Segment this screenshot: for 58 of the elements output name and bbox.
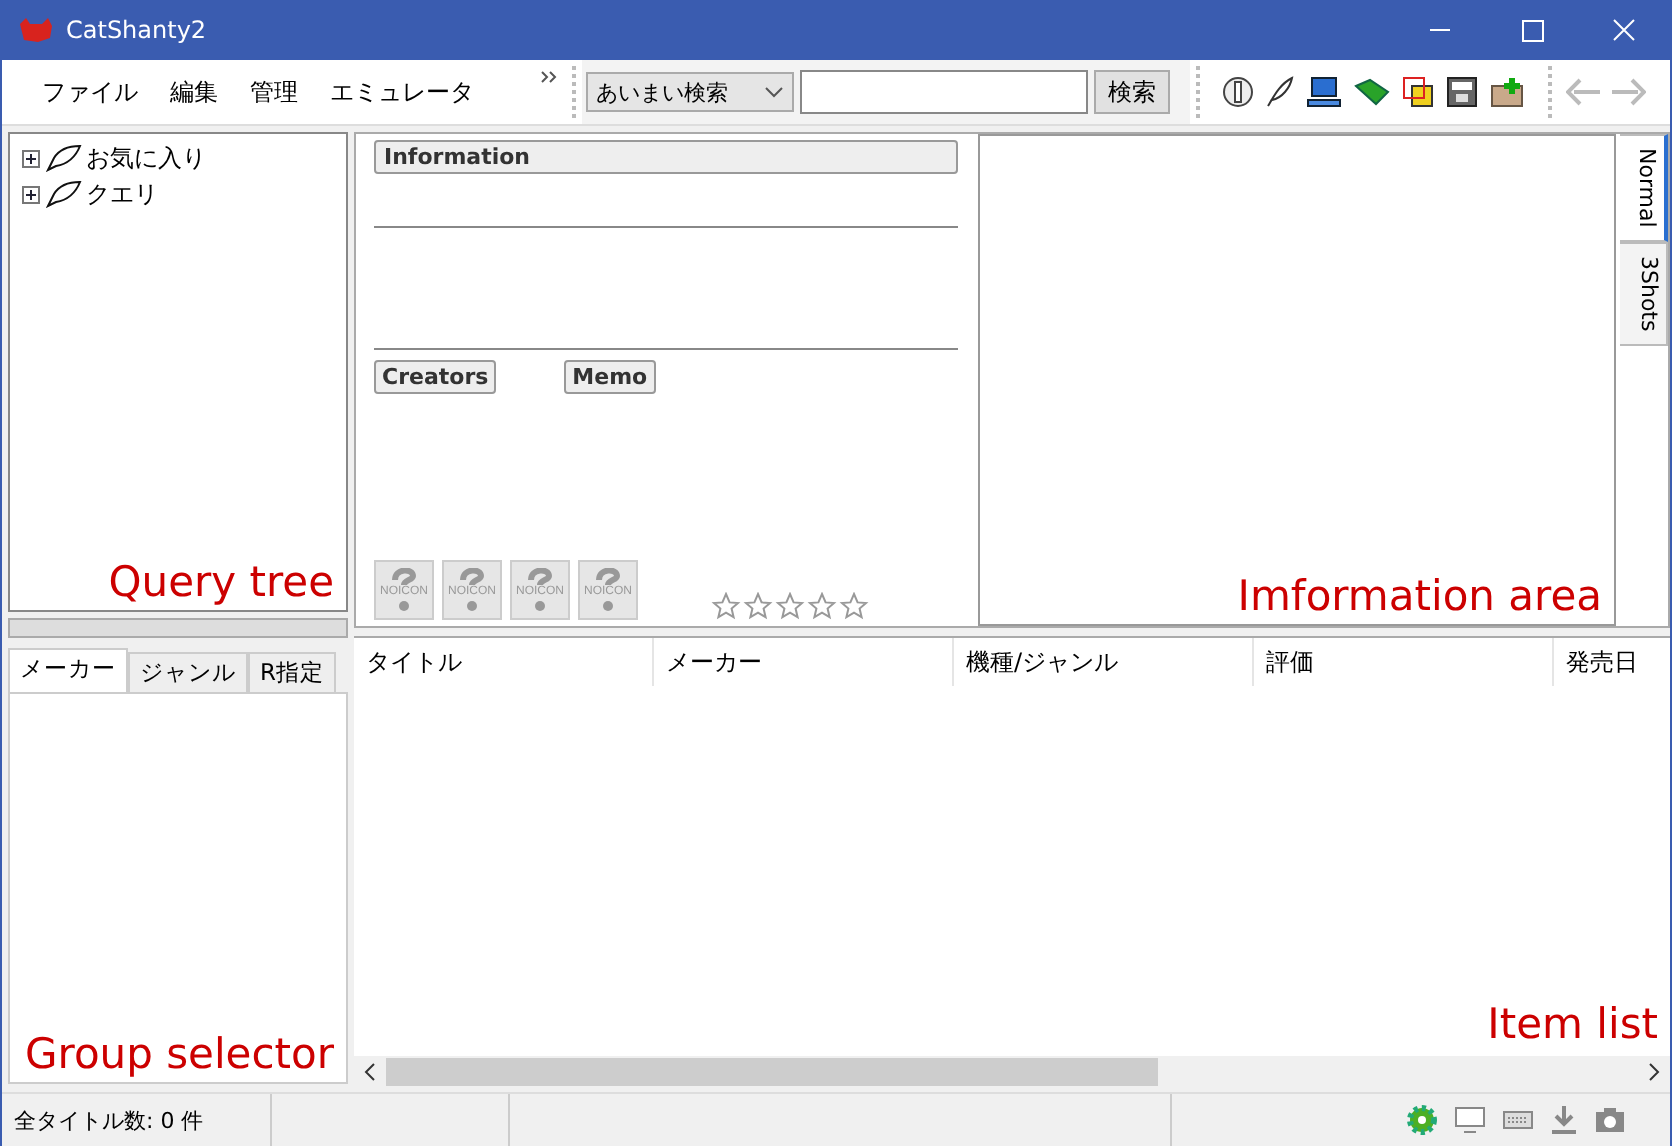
quill-icon <box>46 144 82 172</box>
information-header: Information <box>374 140 958 174</box>
column-header[interactable]: メーカー <box>654 638 954 686</box>
annotation-label: Imformation area <box>1237 572 1602 620</box>
menu-item[interactable]: 管理 <box>234 75 314 109</box>
window-title: CatShanty2 <box>66 16 207 44</box>
menu-item[interactable]: ファイル <box>26 75 154 109</box>
rating-stars[interactable] <box>710 592 870 620</box>
dot-icon <box>466 600 478 612</box>
expander-icon[interactable] <box>22 185 40 203</box>
download-icon[interactable] <box>1550 1104 1578 1136</box>
camera-icon[interactable] <box>1594 1106 1626 1134</box>
caret-icon[interactable] <box>764 86 784 98</box>
annotation-label: Item list <box>1487 1000 1658 1048</box>
info-circle-icon[interactable] <box>1222 76 1254 108</box>
search-mode-dropdown[interactable]: あいまい検索 <box>586 72 794 112</box>
overlapping-squares-icon[interactable] <box>1402 76 1434 108</box>
question-mark-icon <box>528 568 552 586</box>
menu-item[interactable]: エミュレータ <box>314 75 490 109</box>
dot-icon <box>398 600 410 612</box>
gear-icon[interactable] <box>1406 1104 1438 1136</box>
column-header[interactable]: 発売日 <box>1554 638 1662 686</box>
side-tab[interactable]: Normal <box>1620 134 1668 242</box>
splitter-handle[interactable] <box>8 618 348 638</box>
group-tab[interactable]: ジャンル <box>128 652 248 692</box>
group-tab[interactable]: R指定 <box>248 652 336 692</box>
horizontal-scrollbar[interactable] <box>354 1056 1670 1088</box>
add-folder-icon[interactable] <box>1490 76 1526 108</box>
tree-item[interactable]: お気に入り <box>86 141 206 175</box>
question-mark-icon <box>596 568 620 586</box>
column-header[interactable]: タイトル <box>354 638 654 686</box>
group-tab[interactable]: メーカー <box>8 648 128 692</box>
card-icon[interactable] <box>1354 76 1390 108</box>
column-header[interactable]: 評価 <box>1254 638 1554 686</box>
column-header[interactable]: 機種/ジャンル <box>954 638 1254 686</box>
info-tab-button[interactable]: Memo <box>564 360 656 394</box>
keyboard-icon[interactable] <box>1502 1108 1534 1132</box>
question-mark-icon <box>460 568 484 586</box>
dot-icon <box>602 600 614 612</box>
info-tab-button[interactable]: Creators <box>374 360 497 394</box>
cat-logo-icon <box>18 16 54 44</box>
rating-board-icon[interactable] <box>1446 76 1478 108</box>
tree-item[interactable]: クエリ <box>86 177 158 211</box>
monitor-icon[interactable] <box>1454 1106 1486 1134</box>
quill-icon <box>46 180 82 208</box>
annotation-label: Query tree <box>108 558 334 606</box>
search-field[interactable] <box>800 70 1088 114</box>
annotation-label: Group selector <box>25 1030 334 1078</box>
computer-icon[interactable] <box>1306 76 1342 108</box>
dot-icon <box>534 600 546 612</box>
search-button[interactable]: 検索 <box>1094 70 1170 114</box>
chevron-icon[interactable] <box>540 70 558 84</box>
feather-icon[interactable] <box>1266 76 1294 108</box>
expander-icon[interactable] <box>22 149 40 167</box>
menu-item[interactable]: 編集 <box>154 75 234 109</box>
question-mark-icon <box>392 568 416 586</box>
status-text: 全タイトル数: 0 件 <box>2 1094 272 1146</box>
side-tab[interactable]: 3Shots <box>1620 241 1668 346</box>
